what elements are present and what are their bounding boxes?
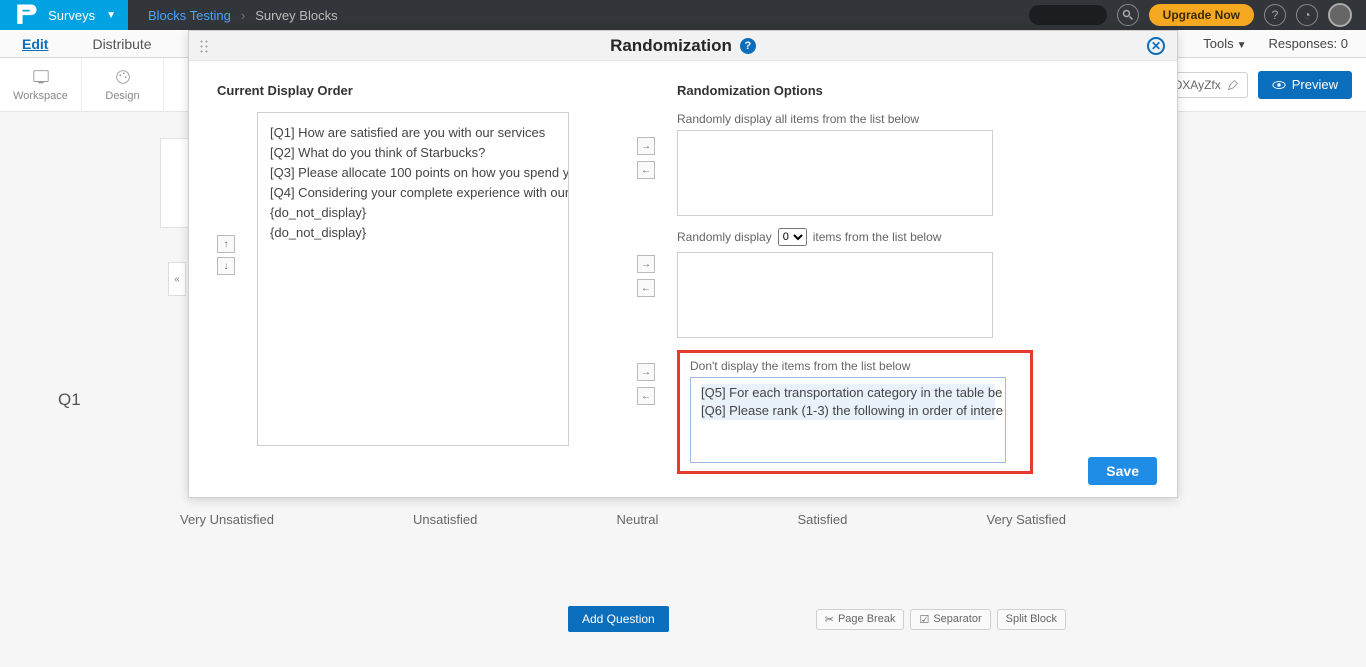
move-left-button[interactable]: ←	[637, 161, 655, 179]
current-order-heading: Current Display Order	[217, 83, 637, 98]
list-item[interactable]: [Q5] For each transportation category in…	[701, 384, 995, 402]
options-heading: Randomization Options	[677, 83, 1149, 98]
list-item[interactable]: [Q2] What do you think of Starbucks?	[270, 143, 556, 163]
help-icon[interactable]: ?	[740, 38, 756, 54]
current-order-listbox[interactable]: [Q1] How are satisfied are you with our …	[257, 112, 569, 446]
help-icon[interactable]: ?	[1264, 4, 1286, 26]
preview-button[interactable]: Preview	[1258, 71, 1352, 99]
move-up-button[interactable]: ↑	[217, 235, 235, 253]
reorder-buttons: ↑ ↓	[217, 235, 235, 275]
split-block-chip[interactable]: Split Block	[997, 609, 1066, 630]
workspace-button[interactable]: Workspace	[0, 58, 82, 112]
brand-menu[interactable]: Surveys ▼	[0, 0, 128, 30]
brand-logo-icon	[12, 1, 40, 29]
list-item[interactable]: [Q1] How are satisfied are you with our …	[270, 123, 556, 143]
design-button[interactable]: Design	[82, 58, 164, 112]
random-count-select[interactable]: 0	[778, 228, 807, 246]
responses-count: Responses: 0	[1269, 36, 1349, 51]
breadcrumb: Blocks Testing › Survey Blocks	[128, 8, 338, 23]
randomize-all-listbox[interactable]	[677, 130, 993, 216]
randomize-n-row: Randomly display 0 items from the list b…	[677, 228, 1149, 246]
tab-edit[interactable]: Edit	[0, 30, 70, 58]
scale-label: Satisfied	[798, 512, 848, 527]
drag-handle-icon[interactable]	[199, 39, 209, 53]
add-question-button[interactable]: Add Question	[568, 606, 669, 632]
pencil-icon	[1227, 79, 1239, 91]
app-topbar: Surveys ▼ Blocks Testing › Survey Blocks…	[0, 0, 1366, 30]
scale-label: Very Satisfied	[986, 512, 1066, 527]
upgrade-button[interactable]: Upgrade Now	[1149, 4, 1254, 26]
scale-label: Neutral	[616, 512, 658, 527]
dont-display-listbox[interactable]: [Q5] For each transportation category in…	[690, 377, 1006, 463]
move-left-button[interactable]: ←	[637, 279, 655, 297]
close-icon[interactable]: ✕	[1147, 37, 1165, 55]
user-avatar[interactable]	[1328, 3, 1352, 27]
list-item[interactable]: {do_not_display}	[270, 203, 556, 223]
list-item[interactable]: [Q4] Considering your complete experienc…	[270, 183, 556, 203]
eye-icon	[1272, 78, 1286, 92]
tab-distribute[interactable]: Distribute	[70, 30, 173, 58]
scale-label: Very Unsatisfied	[180, 512, 274, 527]
list-item[interactable]: {do_not_display}	[270, 223, 556, 243]
breadcrumb-project[interactable]: Blocks Testing	[148, 8, 231, 23]
move-right-button[interactable]: →	[637, 363, 655, 381]
search-icon[interactable]	[1117, 4, 1139, 26]
likert-scale: Very Unsatisfied Unsatisfied Neutral Sat…	[180, 512, 1066, 527]
brand-label: Surveys	[48, 8, 95, 23]
move-down-button[interactable]: ↓	[217, 257, 235, 275]
workspace-icon	[32, 68, 50, 86]
modal-header: Randomization ? ✕	[189, 31, 1177, 61]
breadcrumb-current: Survey Blocks	[255, 8, 337, 23]
palette-icon	[114, 68, 132, 86]
tools-menu[interactable]: Tools▼	[1203, 36, 1246, 51]
question-id-label: Q1	[58, 390, 81, 410]
page-break-chip[interactable]: ✂ Page Break	[816, 609, 905, 630]
randomize-all-label: Randomly display all items from the list…	[677, 112, 1149, 126]
notifications-icon[interactable]: ◔	[1296, 4, 1318, 26]
scale-label: Unsatisfied	[413, 512, 477, 527]
list-item[interactable]: [Q6] Please rank (1-3) the following in …	[701, 402, 995, 420]
chevron-down-icon: ▼	[106, 10, 116, 21]
modal-title: Randomization ?	[610, 36, 756, 56]
dont-display-label: Don't display the items from the list be…	[690, 359, 1020, 373]
randomization-modal: Randomization ? ✕ Current Display Order …	[188, 30, 1178, 498]
dont-display-section: Don't display the items from the list be…	[677, 350, 1033, 474]
collapse-block-button[interactable]: «	[168, 262, 186, 296]
randomize-n-listbox[interactable]	[677, 252, 993, 338]
search-pill[interactable]	[1029, 5, 1107, 25]
separator-chip[interactable]: ☑ Separator	[910, 609, 990, 630]
move-right-button[interactable]: →	[637, 137, 655, 155]
list-item[interactable]: [Q3] Please allocate 100 points on how y…	[270, 163, 556, 183]
save-button[interactable]: Save	[1088, 457, 1157, 485]
move-left-button[interactable]: ←	[637, 387, 655, 405]
move-right-button[interactable]: →	[637, 255, 655, 273]
breadcrumb-separator: ›	[241, 8, 245, 23]
